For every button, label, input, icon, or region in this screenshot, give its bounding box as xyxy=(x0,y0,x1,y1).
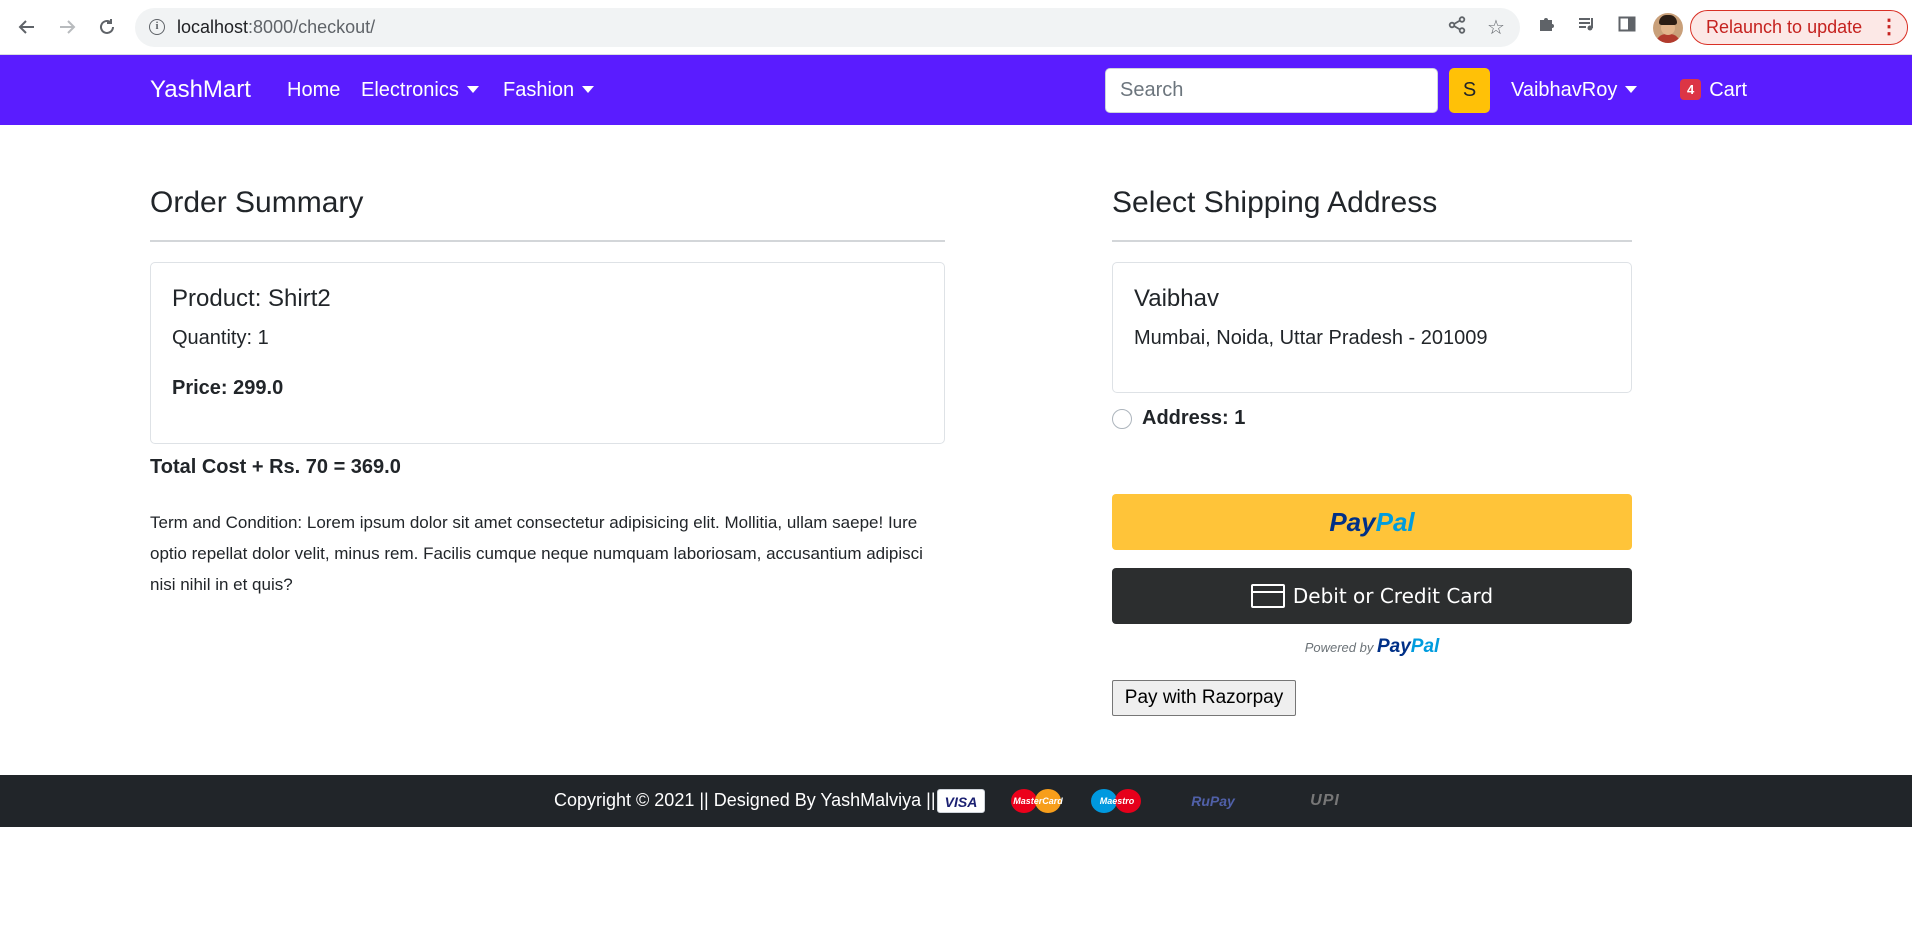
nav-fashion-label: Fashion xyxy=(503,79,575,101)
paypal-logo-pal: Pal xyxy=(1375,507,1415,537)
address-name: Vaibhav xyxy=(1134,285,1219,312)
order-summary-title: Order Summary xyxy=(150,186,364,219)
address-card: Vaibhav Mumbai, Noida, Uttar Pradesh - 2… xyxy=(1112,262,1632,393)
mastercard-word: MasterCard xyxy=(1013,796,1063,806)
relaunch-label: Relaunch to update xyxy=(1706,17,1863,37)
reload-icon[interactable] xyxy=(92,12,122,42)
cart-count-badge: 4 xyxy=(1680,79,1702,100)
back-arrow-icon[interactable] xyxy=(12,12,42,42)
mastercard-logo: MasterCard xyxy=(1011,789,1065,813)
visa-logo: VISA xyxy=(937,789,985,813)
total-cost: Total Cost + Rs. 70 = 369.0 xyxy=(150,456,401,478)
puzzle-icon[interactable] xyxy=(1534,14,1560,40)
powered-by-paypal: Powered by PayPal xyxy=(1112,636,1632,658)
search-button[interactable]: S xyxy=(1449,68,1490,113)
url-text[interactable]: localhost:8000/checkout/ xyxy=(177,17,375,38)
nav-fashion[interactable]: Fashion xyxy=(503,79,595,102)
order-divider xyxy=(150,240,945,242)
shipping-title: Select Shipping Address xyxy=(1112,186,1438,219)
url-path: :8000/checkout/ xyxy=(248,17,376,37)
user-name: VaibhavRoy xyxy=(1511,79,1618,101)
maestro-word: Maestro xyxy=(1099,796,1135,806)
powered-paypal-pay: Pay xyxy=(1376,636,1411,657)
url-host: localhost xyxy=(177,17,249,37)
forward-arrow-icon[interactable] xyxy=(52,12,82,42)
address-bar[interactable]: i localhost:8000/checkout/ ☆ xyxy=(135,8,1520,47)
maestro-logo: Maestro xyxy=(1091,789,1143,813)
terms-text: Term and Condition: Lorem ipsum dolor si… xyxy=(150,513,923,594)
credit-card-icon xyxy=(1250,583,1285,608)
search-input[interactable] xyxy=(1105,68,1438,113)
powered-paypal-pal: Pal xyxy=(1410,636,1440,657)
shipping-divider xyxy=(1112,240,1632,242)
debit-credit-card-button[interactable]: Debit or Credit Card xyxy=(1112,568,1632,624)
rupay-logo: RuPay xyxy=(1191,793,1235,809)
nav-home[interactable]: Home xyxy=(287,79,340,102)
razorpay-button[interactable]: Pay with Razorpay xyxy=(1112,680,1296,716)
powered-by-label: Powered by xyxy=(1304,640,1374,655)
upi-logo: UPI xyxy=(1310,792,1340,809)
product-card: Product: Shirt2 Quantity: 1 Price: 299.0 xyxy=(150,262,945,444)
share-icon[interactable] xyxy=(1444,15,1470,41)
profile-avatar[interactable] xyxy=(1653,13,1683,43)
media-icon[interactable] xyxy=(1574,14,1600,40)
address-text: Mumbai, Noida, Uttar Pradesh - 201009 xyxy=(1134,327,1488,349)
card-button-label: Debit or Credit Card xyxy=(1292,584,1494,608)
user-dropdown[interactable]: VaibhavRoy xyxy=(1511,79,1638,102)
nav-electronics-label: Electronics xyxy=(361,79,459,101)
brand-logo[interactable]: YashMart xyxy=(150,76,251,104)
nav-electronics[interactable]: Electronics xyxy=(361,79,479,102)
caret-down-icon xyxy=(1625,85,1638,93)
browser-toolbar: i localhost:8000/checkout/ ☆ Relaunch to… xyxy=(0,0,1912,55)
relaunch-button[interactable]: Relaunch to update ⋮ xyxy=(1690,10,1908,45)
product-name: Product: Shirt2 xyxy=(172,285,331,312)
caret-down-icon xyxy=(466,85,479,93)
site-footer: Copyright © 2021 || Designed By YashMalv… xyxy=(0,775,1912,827)
caret-down-icon xyxy=(582,85,595,93)
site-navbar: YashMart Home Electronics Fashion S Vaib… xyxy=(0,55,1912,125)
kebab-menu-icon[interactable]: ⋮ xyxy=(1879,11,1899,44)
product-quantity: Quantity: 1 xyxy=(172,327,269,349)
address-radio-label[interactable]: Address: 1 xyxy=(1142,407,1245,430)
info-icon[interactable]: i xyxy=(149,19,165,35)
paypal-button[interactable]: PayPal xyxy=(1112,494,1632,550)
side-panel-icon[interactable] xyxy=(1614,14,1640,40)
cart-label: Cart xyxy=(1709,79,1748,101)
address-radio[interactable] xyxy=(1112,409,1132,429)
product-price: Price: 299.0 xyxy=(172,377,284,399)
cart-link[interactable]: 4 Cart xyxy=(1680,79,1747,102)
copyright-text: Copyright © 2021 || Designed By YashMalv… xyxy=(554,790,936,810)
paypal-logo-pay: Pay xyxy=(1329,507,1376,537)
star-icon[interactable]: ☆ xyxy=(1483,15,1509,41)
